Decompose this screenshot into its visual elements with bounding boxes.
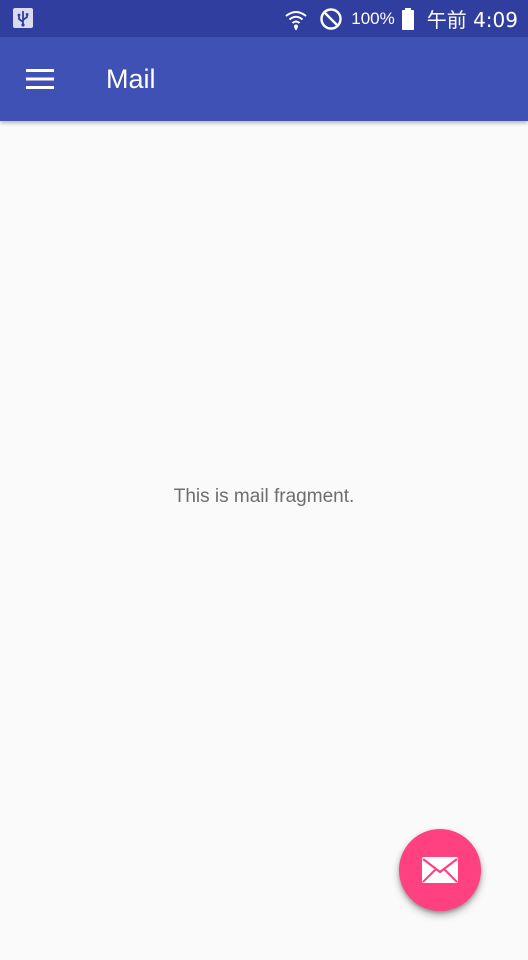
navigation-menu-button[interactable]	[14, 53, 66, 105]
status-clock: 午前 4:09	[426, 8, 518, 32]
mail-icon	[422, 857, 458, 883]
do-not-disturb-icon	[320, 7, 342, 30]
hamburger-menu-icon	[26, 69, 54, 89]
status-bar: 100% 午前 4:09	[0, 0, 528, 37]
battery-percent: 100%	[351, 8, 395, 28]
screen: 100% 午前 4:09 Mail This is mail fragment.	[0, 0, 528, 960]
page-title: Mail	[106, 64, 156, 94]
fragment-message: This is mail fragment.	[173, 486, 355, 507]
usb-icon	[13, 8, 33, 28]
compose-mail-fab[interactable]	[399, 829, 481, 911]
app-bar: Mail	[0, 37, 528, 121]
battery-full-icon	[401, 7, 414, 30]
wifi-icon	[285, 10, 307, 30]
status-icons: 100% 午前 4:09	[283, 0, 518, 37]
